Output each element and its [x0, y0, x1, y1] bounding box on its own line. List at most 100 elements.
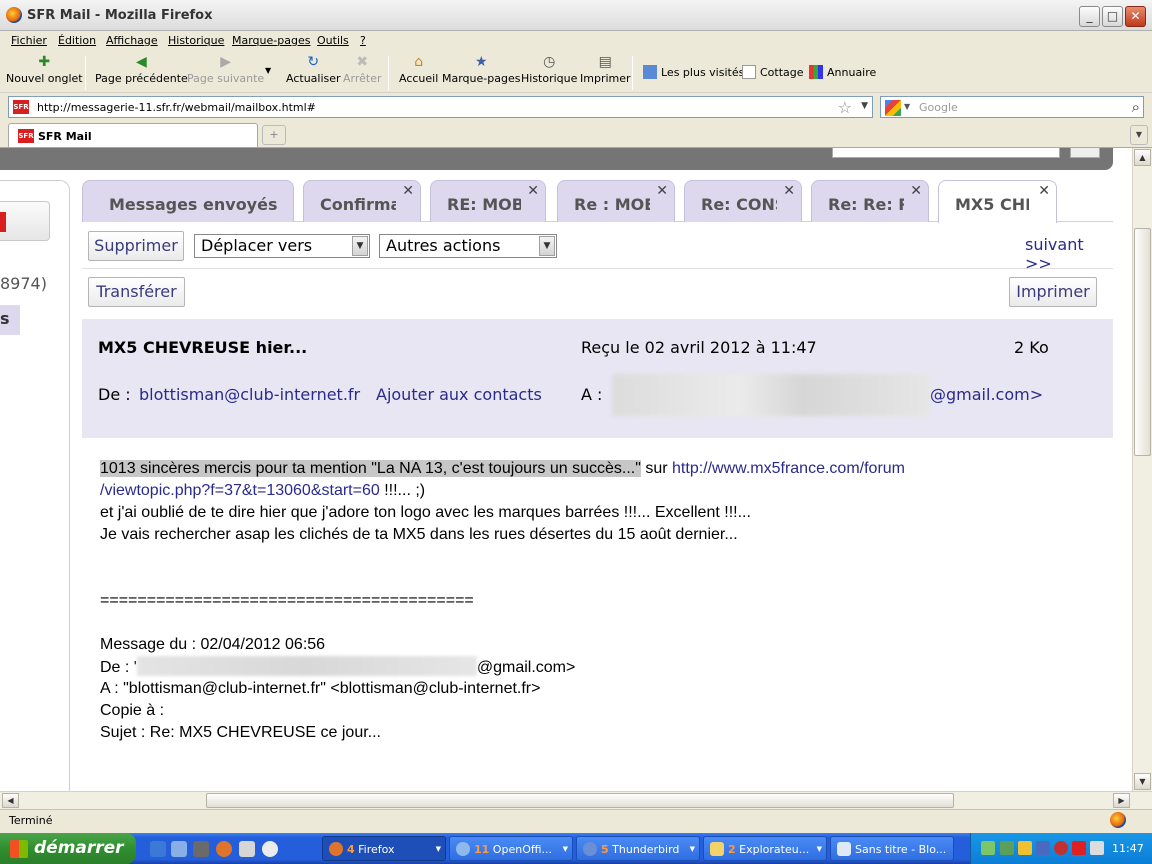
tray-icon[interactable]: [1054, 841, 1068, 855]
menu-edition[interactable]: Édition: [58, 34, 96, 47]
compose-button[interactable]: [0, 201, 50, 241]
move-to-select[interactable]: Déplacer vers ▼: [194, 234, 370, 258]
task-firefox[interactable]: 4 Firefox ▼: [322, 836, 446, 861]
close-tab-icon[interactable]: ✕: [1038, 183, 1050, 199]
tab-mx5-che[interactable]: MX5 CHE ✕: [938, 180, 1057, 223]
print-mail-button[interactable]: Imprimer: [1009, 277, 1097, 307]
close-tab-icon[interactable]: ✕: [402, 183, 414, 199]
media-player-icon[interactable]: [262, 841, 278, 857]
recipient-email-suffix[interactable]: @gmail.com>: [930, 385, 1043, 404]
forward-arrow-icon: ▶: [220, 54, 231, 70]
toolbar-separator: [388, 56, 389, 90]
close-tab-icon[interactable]: ✕: [656, 183, 668, 199]
reload-button[interactable]: ↻ Actualiser: [286, 54, 341, 85]
system-tray: 11:47: [970, 833, 1152, 864]
bookmark-cottage[interactable]: Cottage: [742, 65, 804, 79]
tab-confirma[interactable]: Confirma ✕: [303, 180, 421, 222]
tray-icon[interactable]: [1036, 841, 1050, 855]
scroll-down-button[interactable]: ▼: [1134, 773, 1151, 790]
forum-link[interactable]: http://www.mx5france.com/forum: [672, 460, 905, 477]
close-button[interactable]: ✕: [1125, 6, 1146, 27]
other-actions-select[interactable]: Autres actions ▼: [379, 234, 557, 258]
home-icon: ⌂: [414, 54, 424, 70]
start-button[interactable]: démarrer: [0, 833, 136, 864]
tray-icon[interactable]: [1000, 841, 1014, 855]
forward-button[interactable]: ▶ Page suivante: [187, 54, 264, 85]
new-tab-button[interactable]: ✚ Nouvel onglet: [6, 54, 83, 85]
vertical-scrollbar[interactable]: ▲ ▼: [1132, 148, 1152, 791]
task-explorer[interactable]: 2 Explorateu... ▼: [703, 836, 827, 861]
sender-email[interactable]: blottisman@club-internet.fr: [139, 385, 360, 404]
next-message-link[interactable]: suivant >>: [1025, 235, 1113, 273]
add-contact-link[interactable]: Ajouter aux contacts: [376, 385, 542, 404]
webmail-search-button[interactable]: [1070, 148, 1100, 158]
search-engine-dropdown[interactable]: ▼: [904, 102, 910, 111]
stop-icon: ✖: [356, 54, 369, 70]
bookmarks-button[interactable]: ★ Marque-pages: [442, 54, 520, 85]
quicklaunch-icon[interactable]: [239, 841, 255, 857]
delete-button[interactable]: Supprimer: [88, 231, 184, 261]
bookmark-annuaire[interactable]: Annuaire: [809, 65, 876, 79]
menu-marque-pages[interactable]: Marque-pages: [232, 34, 310, 47]
tab-list-dropdown[interactable]: ▼: [1130, 125, 1148, 145]
bookmark-most-visited[interactable]: Les plus visités: [643, 65, 744, 79]
scroll-right-button[interactable]: ▶: [1113, 793, 1130, 808]
menu-help[interactable]: ?: [360, 34, 366, 47]
menu-historique[interactable]: Historique: [168, 34, 224, 47]
chevron-down-icon: ▼: [435, 845, 441, 853]
tab-re-re-r[interactable]: Re: Re: R ✕: [811, 180, 929, 222]
browser-tab-sfr-mail[interactable]: SFR SFR Mail: [8, 123, 258, 147]
forum-link-continued[interactable]: /viewtopic.php?f=37&t=13060&start=60: [100, 482, 380, 499]
task-notepad[interactable]: Sans titre - Blo...: [830, 836, 954, 861]
close-tab-icon[interactable]: ✕: [527, 183, 539, 199]
selected-folder[interactable]: s: [0, 305, 20, 335]
page-icon: [742, 65, 756, 79]
history-dropdown[interactable]: ▼: [265, 66, 271, 75]
stop-button[interactable]: ✖ Arrêter: [343, 54, 382, 85]
scroll-thumb[interactable]: [206, 793, 954, 808]
close-tab-icon[interactable]: ✕: [910, 183, 922, 199]
volume-icon[interactable]: [1090, 841, 1104, 855]
tab-re-moe[interactable]: Re : MOE ✕: [557, 180, 675, 222]
home-button[interactable]: ⌂ Accueil: [399, 54, 438, 85]
firefox-icon: [329, 842, 343, 856]
menu-affichage[interactable]: Affichage: [106, 34, 158, 47]
menu-outils[interactable]: Outils: [317, 34, 349, 47]
firefox-quicklaunch-icon[interactable]: [216, 841, 232, 857]
address-dropdown[interactable]: ▼: [861, 101, 868, 111]
address-bar[interactable]: SFR http://messagerie-11.sfr.fr/webmail/…: [8, 96, 873, 118]
address-text: http://messagerie-11.sfr.fr/webmail/mail…: [37, 101, 316, 114]
scroll-thumb[interactable]: [1134, 228, 1151, 456]
back-button[interactable]: ◀ Page précédente: [95, 54, 188, 85]
tab-re-mob[interactable]: RE: MOB ✕: [430, 180, 546, 222]
kaspersky-icon[interactable]: [1072, 841, 1086, 855]
redacted-sender: [136, 656, 477, 676]
task-openoffice[interactable]: 11 OpenOffi... ▼: [449, 836, 573, 861]
google-icon[interactable]: [885, 100, 901, 116]
maximize-button[interactable]: □: [1102, 6, 1123, 27]
tab-re-cons[interactable]: Re: CONS ✕: [684, 180, 802, 222]
scroll-left-button[interactable]: ◀: [2, 793, 19, 808]
search-box[interactable]: ▼ Google ⌕: [880, 96, 1144, 118]
tray-icon[interactable]: [981, 841, 995, 855]
webmail-search-input[interactable]: [832, 148, 1060, 158]
search-icon[interactable]: ⌕: [1132, 98, 1140, 116]
minimize-button[interactable]: _: [1079, 6, 1100, 27]
scroll-up-button[interactable]: ▲: [1134, 149, 1151, 166]
task-thunderbird[interactable]: 5 Thunderbird ▼: [576, 836, 700, 861]
forward-mail-button[interactable]: Transférer: [88, 277, 185, 307]
quicklaunch-icon[interactable]: [193, 841, 209, 857]
print-button[interactable]: ▤ Imprimer: [580, 54, 631, 85]
bookmark-star-icon[interactable]: ☆: [838, 98, 852, 117]
close-tab-icon[interactable]: ✕: [783, 183, 795, 199]
tab-messages-envoyes[interactable]: Messages envoyés: [82, 180, 294, 222]
folder-icon: [710, 842, 724, 856]
menu-fichier[interactable]: Fichier: [11, 34, 47, 47]
quicklaunch-icon[interactable]: [171, 841, 187, 857]
history-button[interactable]: ◷ Historique: [521, 54, 577, 85]
horizontal-scrollbar[interactable]: ◀ ▶: [0, 791, 1152, 809]
ie-icon[interactable]: [150, 841, 166, 857]
shield-icon[interactable]: [1018, 841, 1032, 855]
chevron-down-icon: ▼: [816, 845, 822, 853]
new-tab-plus-button[interactable]: +: [262, 125, 286, 145]
